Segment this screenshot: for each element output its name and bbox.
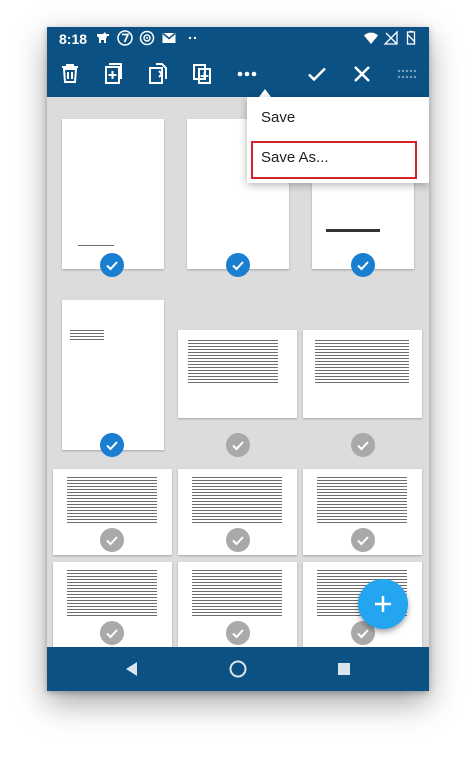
close-icon[interactable] [346,58,378,90]
page-thumbnail[interactable] [62,119,164,269]
wifi-icon [363,30,379,46]
navigation-bar [47,647,429,691]
back-icon[interactable] [120,657,144,681]
page-thumbnail[interactable] [178,330,297,418]
phone-screen: 8:18 Save Save As... [47,27,429,691]
more-dots-icon [185,30,201,46]
confirm-icon[interactable] [301,58,333,90]
seven-badge-icon [117,30,133,46]
menu-item-save[interactable]: Save [247,99,429,137]
page-thumbnail[interactable] [303,330,422,418]
overflow-menu: Save Save As... [247,97,429,183]
dog-icon [95,30,111,46]
unselected-check-icon[interactable] [226,621,250,645]
plus-icon [375,596,391,612]
target-icon [139,30,155,46]
no-signal-icon [383,30,399,46]
delete-icon[interactable] [54,58,86,90]
more-options-icon[interactable] [231,58,263,90]
home-icon[interactable] [226,657,250,681]
unselected-check-icon[interactable] [351,528,375,552]
drag-handle-icon [391,58,423,90]
recents-icon[interactable] [332,657,356,681]
selected-check-icon[interactable] [226,253,250,277]
unselected-check-icon[interactable] [226,433,250,457]
highlight-outline [251,141,417,179]
battery-icon [403,30,419,46]
rotate-page-icon[interactable] [142,58,174,90]
page-thumbnail[interactable] [62,300,164,450]
selected-check-icon[interactable] [351,253,375,277]
unselected-check-icon[interactable] [100,621,124,645]
unselected-check-icon[interactable] [226,528,250,552]
gmail-icon [161,30,177,46]
add-fab-button[interactable] [358,579,408,629]
status-time: 8:18 [59,31,88,47]
duplicate-page-icon[interactable] [187,58,219,90]
unselected-check-icon[interactable] [100,528,124,552]
unselected-check-icon[interactable] [351,433,375,457]
add-page-icon[interactable] [97,58,129,90]
menu-caret [259,89,271,97]
selected-check-icon[interactable] [100,253,124,277]
selected-check-icon[interactable] [100,433,124,457]
toolbar [47,51,429,97]
status-bar: 8:18 [47,27,429,51]
